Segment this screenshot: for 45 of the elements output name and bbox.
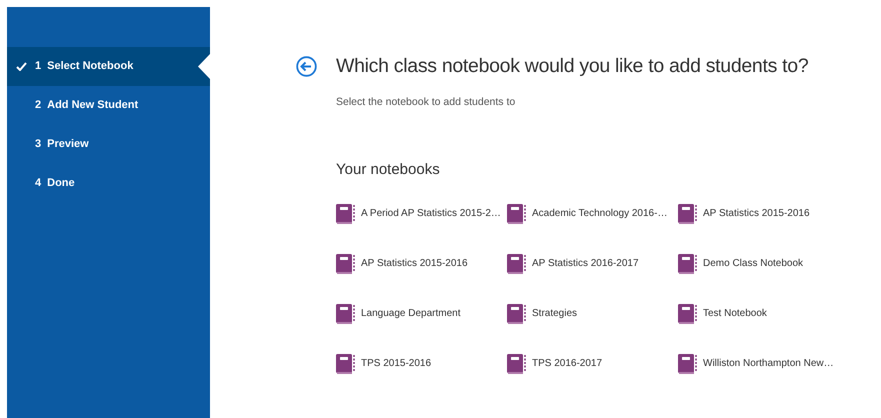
notebook-name: TPS 2015-2016 xyxy=(361,357,432,371)
notebook-item[interactable]: Academic Technology 2016-… xyxy=(507,204,678,224)
notebook-name: Strategies xyxy=(532,307,578,321)
notebook-name: Demo Class Notebook xyxy=(703,257,804,271)
step-item[interactable]: 3 Preview xyxy=(7,125,210,164)
notebook-item[interactable]: Strategies xyxy=(507,304,678,324)
step-item[interactable]: 1 Select Notebook xyxy=(7,47,210,86)
notebook-name: Williston Northampton New… xyxy=(703,357,834,371)
notebook-icon xyxy=(678,304,697,324)
notebook-item[interactable]: AP Statistics 2015-2016 xyxy=(678,204,849,224)
pointer-notch xyxy=(198,54,210,79)
notebook-name: TPS 2016-2017 xyxy=(532,357,602,371)
step-item[interactable]: 4 Done xyxy=(7,164,210,203)
page-title: Which class notebook would you like to add students to? xyxy=(336,54,808,79)
notebook-icon xyxy=(507,254,526,274)
notebook-icon xyxy=(507,304,526,324)
notebook-icon xyxy=(336,354,355,374)
notebook-item[interactable]: AP Statistics 2015-2016 xyxy=(336,254,507,274)
notebook-icon xyxy=(507,354,526,374)
notebook-item[interactable]: Demo Class Notebook xyxy=(678,254,849,274)
notebook-name: Academic Technology 2016-… xyxy=(532,207,668,221)
notebook-name: AP Statistics 2015-2016 xyxy=(361,257,468,271)
notebook-icon xyxy=(336,204,355,224)
notebook-item[interactable]: A Period AP Statistics 2015-2… xyxy=(336,204,507,224)
section-title: Your notebooks xyxy=(336,160,441,180)
notebook-item[interactable]: Language Department xyxy=(336,304,507,324)
notebook-name: AP Statistics 2015-2016 xyxy=(703,207,810,221)
notebook-item[interactable]: TPS 2015-2016 xyxy=(336,354,507,374)
notebook-icon xyxy=(336,254,355,274)
notebook-icon xyxy=(507,204,526,224)
notebook-item[interactable]: Test Notebook xyxy=(678,304,849,324)
notebook-icon xyxy=(678,204,697,224)
page-subtitle: Select the notebook to add students to xyxy=(336,95,516,110)
step-item[interactable]: 2 Add New Student xyxy=(7,86,210,125)
notebook-name: Language Department xyxy=(361,307,461,321)
notebook-item[interactable]: Williston Northampton New… xyxy=(678,354,849,374)
check-icon xyxy=(16,62,27,71)
notebook-name: A Period AP Statistics 2015-2… xyxy=(361,207,501,221)
notebook-name: Test Notebook xyxy=(703,307,767,321)
notebook-item[interactable]: AP Statistics 2016-2017 xyxy=(507,254,678,274)
notebook-item[interactable]: TPS 2016-2017 xyxy=(507,354,678,374)
notebook-name: AP Statistics 2016-2017 xyxy=(532,257,639,271)
notebook-icon xyxy=(336,304,355,324)
notebook-icon xyxy=(678,254,697,274)
notebook-icon xyxy=(678,354,697,374)
